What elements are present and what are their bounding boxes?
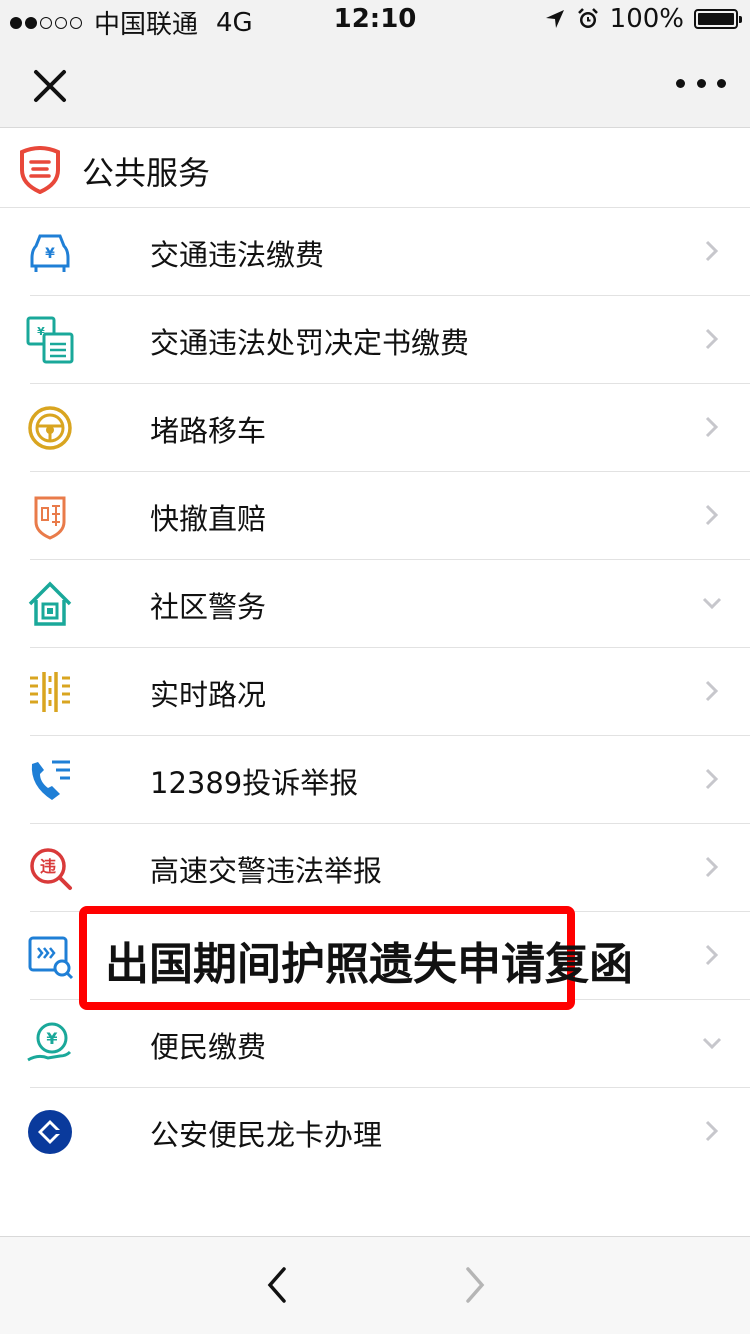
service-item-label: 快撤直赔: [150, 502, 267, 536]
alarm-clock-icon: [577, 8, 598, 28]
service-item-dragon-card[interactable]: 公安便民龙卡办理: [0, 1088, 750, 1176]
service-item-label: 实时路况: [150, 678, 267, 712]
battery-percent: 100%: [609, 4, 684, 34]
chevron-right-icon: [705, 328, 719, 350]
service-item-label: 交通违法缴费: [150, 238, 325, 272]
service-list: ¥ 交通违法缴费 ¥ 交通违法处罚决定书缴费 堵路移车 快撤直赔 社区警务 实时…: [0, 208, 750, 1176]
chevron-down-icon: [702, 1037, 722, 1050]
svg-text:¥: ¥: [46, 1029, 57, 1048]
chevron-right-icon: [705, 680, 719, 702]
service-item-label: 公安便民龙卡办理: [150, 1118, 383, 1152]
nav-bar: [0, 40, 750, 128]
wechat-webview-page: 中国联通 4G 12:10 100% 公共服务 ¥ 交通违法缴费 ¥ 交通违法处…: [0, 0, 750, 1334]
browser-toolbar: [0, 1236, 750, 1334]
section-title: 公共服务: [82, 154, 211, 192]
chevron-right-icon: [705, 240, 719, 262]
service-item-label: 堵路移车: [150, 414, 267, 448]
location-arrow-icon: [545, 10, 564, 28]
chevron-right-icon: [705, 768, 719, 790]
community-house-icon: [28, 581, 72, 626]
passport-search-icon: [28, 936, 74, 980]
more-button[interactable]: [676, 68, 726, 98]
service-item-traffic-conditions[interactable]: 实时路况: [0, 648, 750, 736]
service-item-highway-report[interactable]: 违 高速交警违法举报: [0, 824, 750, 912]
steering-wheel-icon: [28, 406, 72, 450]
status-right: 100%: [544, 4, 742, 34]
car-yuan-icon: ¥: [30, 234, 70, 272]
service-item-label: 12389投诉举报: [150, 766, 359, 800]
chevron-down-icon: [702, 597, 722, 610]
highlight-label: 出国期间护照遗失申请复函: [105, 939, 633, 990]
forward-button[interactable]: [460, 1265, 490, 1305]
compensation-shield-icon: [34, 496, 66, 540]
service-item-traffic-fine[interactable]: ¥ 交通违法缴费: [0, 208, 750, 296]
ccb-logo-icon: [28, 1110, 72, 1154]
close-icon: [34, 70, 66, 102]
hand-yuan-icon: ¥: [27, 1022, 72, 1062]
chevron-right-icon: [705, 856, 719, 878]
chevron-right-icon: [705, 944, 719, 966]
penalty-ticket-icon: ¥: [26, 316, 74, 364]
service-item-label: 高速交警违法举报: [150, 854, 383, 888]
chevron-right-icon: [466, 1267, 485, 1303]
service-item-label: 交通违法处罚决定书缴费: [150, 326, 470, 360]
phone-report-icon: [31, 760, 70, 800]
service-item-convenience-payment[interactable]: ¥ 便民缴费: [0, 1000, 750, 1088]
more-icon: [676, 78, 685, 88]
chevron-right-icon: [705, 1120, 719, 1142]
shield-icon: [20, 146, 60, 194]
chevron-left-icon: [267, 1267, 286, 1303]
close-button[interactable]: [26, 62, 74, 110]
chevron-right-icon: [705, 416, 719, 438]
service-item-label: 便民缴费: [150, 1030, 267, 1064]
status-bar: 中国联通 4G 12:10 100%: [0, 0, 750, 40]
service-item-move-car[interactable]: 堵路移车: [0, 384, 750, 472]
violation-search-icon: 违: [30, 848, 72, 890]
road-lanes-icon: [30, 672, 70, 712]
back-button[interactable]: [262, 1265, 292, 1305]
service-item-complaint-hotline[interactable]: 12389投诉举报: [0, 736, 750, 824]
highlight-box[interactable]: 出国期间护照遗失申请复函: [79, 906, 633, 1010]
battery-icon: [694, 9, 742, 29]
service-item-penalty-decision[interactable]: ¥ 交通违法处罚决定书缴费: [0, 296, 750, 384]
service-item-community-police[interactable]: 社区警务: [0, 560, 750, 648]
svg-text:违: 违: [40, 857, 56, 876]
svg-text:¥: ¥: [37, 325, 45, 338]
section-header: 公共服务: [0, 128, 750, 208]
svg-text:¥: ¥: [45, 246, 55, 262]
service-item-quick-claim[interactable]: 快撤直赔: [0, 472, 750, 560]
chevron-right-icon: [705, 504, 719, 526]
service-item-label: 社区警务: [150, 590, 267, 624]
